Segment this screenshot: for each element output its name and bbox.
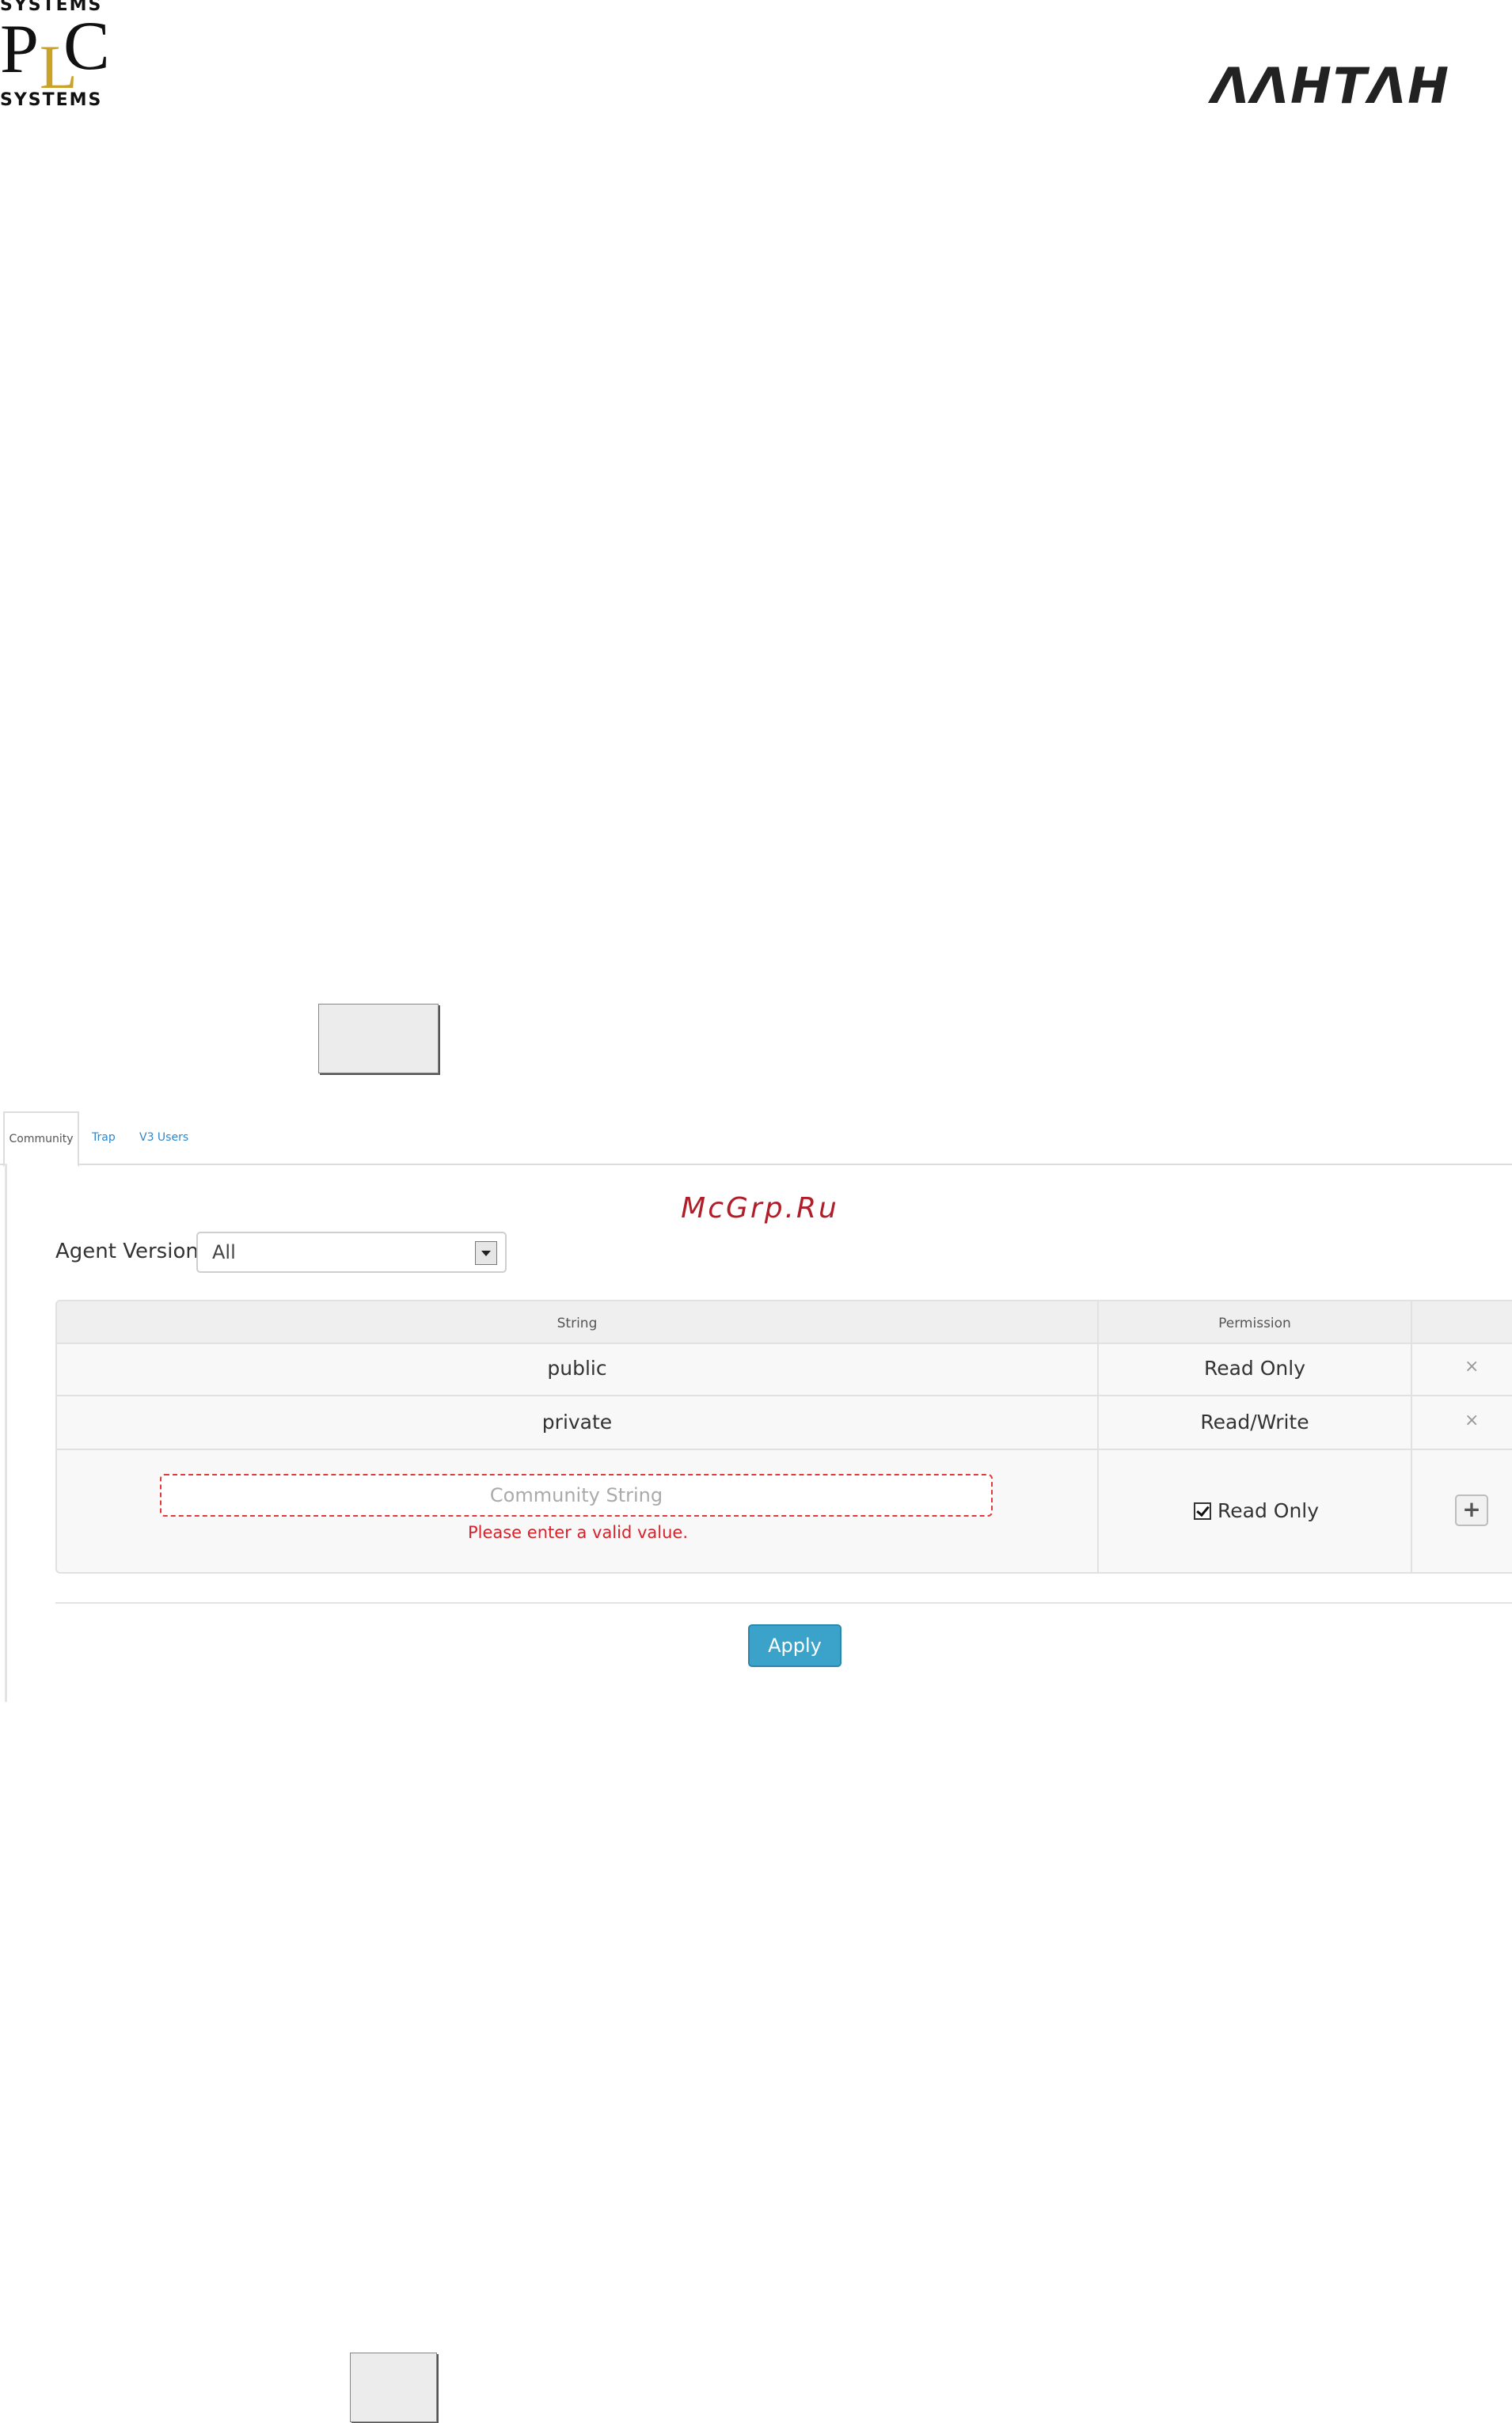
- plc-systems-logo: SYSTEMS P L C SYSTEMS: [0, 0, 111, 111]
- agent-version-select[interactable]: All: [196, 1232, 507, 1273]
- apply-button[interactable]: Apply: [748, 1624, 841, 1667]
- agent-version-value: All: [212, 1241, 236, 1263]
- lantan-logo: ΛΛΗΤΛΗ: [1211, 57, 1451, 115]
- header-string: String: [557, 1316, 598, 1331]
- tab-v3-users[interactable]: V3 Users: [139, 1111, 188, 1164]
- row-divider: [57, 1395, 1512, 1396]
- toolbar-button-image[interactable]: [318, 1004, 439, 1073]
- row-public-permission: Read Only: [1203, 1357, 1306, 1380]
- validation-error: Please enter a valid value.: [467, 1523, 689, 1542]
- tab-community[interactable]: Community: [3, 1111, 79, 1167]
- read-only-checkbox[interactable]: [1194, 1502, 1211, 1520]
- toolbar-button-image-2[interactable]: [350, 2353, 437, 2422]
- row-private-string: private: [541, 1411, 613, 1434]
- tabs-bar: [0, 1108, 1512, 1165]
- read-only-label: Read Only: [1218, 1499, 1320, 1522]
- delete-icon[interactable]: ×: [1465, 1411, 1479, 1430]
- add-community-button[interactable]: +: [1455, 1494, 1488, 1526]
- panel-border: [5, 1164, 7, 1702]
- chevron-down-icon[interactable]: [475, 1241, 497, 1265]
- community-string-input[interactable]: Community String: [160, 1474, 993, 1517]
- row-private-permission: Read/Write: [1200, 1411, 1309, 1434]
- logo-letter-c: C: [63, 8, 110, 85]
- tab-trap[interactable]: Trap: [92, 1111, 116, 1164]
- agent-version-label: Agent Version: [55, 1240, 199, 1263]
- row-divider: [57, 1449, 1512, 1450]
- form-separator: [55, 1602, 1512, 1604]
- row-public-string: public: [547, 1357, 607, 1380]
- delete-icon[interactable]: ×: [1465, 1357, 1479, 1377]
- watermark: McGrp.Ru: [681, 1192, 839, 1225]
- header-permission: Permission: [1218, 1316, 1291, 1331]
- logo-letter-p: P: [0, 11, 39, 88]
- column-divider: [1411, 1301, 1412, 1572]
- logo-text-bottom: SYSTEMS: [0, 90, 103, 110]
